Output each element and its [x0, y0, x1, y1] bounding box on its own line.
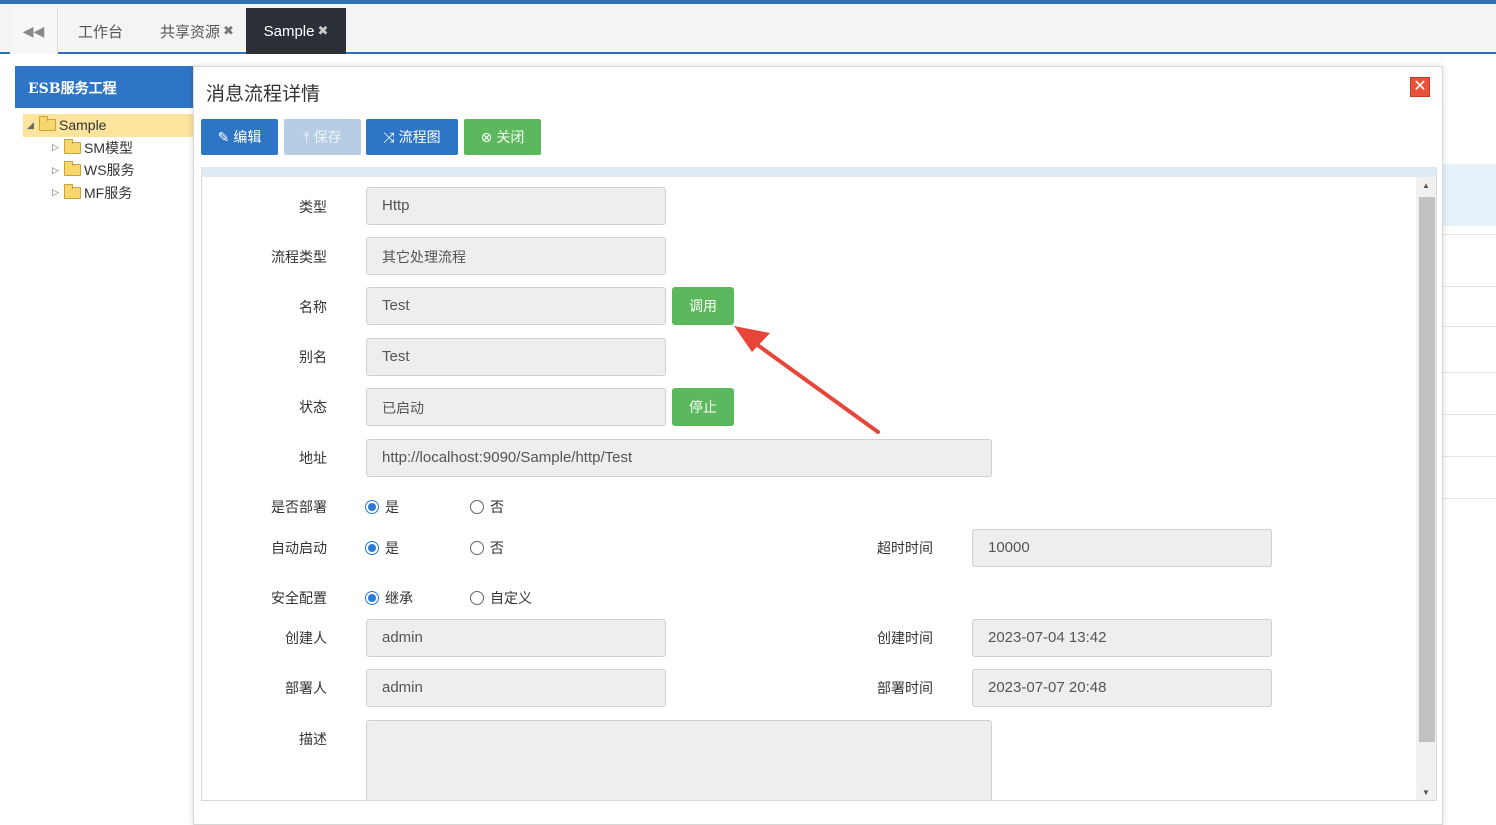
- name-field[interactable]: Test: [366, 287, 666, 325]
- address-label: 地址: [299, 450, 327, 466]
- tree-item-label: MF服务: [84, 184, 133, 201]
- type-label: 类型: [299, 199, 327, 215]
- project-tree: ◢ Sample ▷ SM模型 ▷ WS服务 ▷ MF服务: [15, 108, 194, 204]
- stop-button[interactable]: 停止: [672, 388, 734, 426]
- tab-shared-resources[interactable]: 共享资源 ✖: [150, 8, 244, 54]
- status-field[interactable]: 已启动: [366, 388, 666, 426]
- tree-item-mf-service[interactable]: ▷ MF服务: [15, 182, 194, 205]
- radio-unchecked-icon: [470, 500, 484, 514]
- close-icon[interactable]: ✖: [223, 23, 234, 39]
- alias-label: 别名: [299, 349, 327, 365]
- flow-detail-dialog: 消息流程详情 ✕ ✎ 编辑 ⤒ 保存 ⤨ 流程图 ⊗ 关闭 类型 Http 流程类型 其…: [193, 66, 1443, 825]
- dialog-title: 消息流程详情: [206, 84, 321, 105]
- flowchart-button[interactable]: ⤨ 流程图: [366, 119, 458, 155]
- radio-label: 否: [490, 540, 504, 556]
- close-button[interactable]: ⊗ 关闭: [464, 119, 541, 155]
- dialog-close-icon[interactable]: ✕: [1410, 77, 1430, 97]
- autostart-no-radio[interactable]: 否: [470, 538, 504, 558]
- created-time-field[interactable]: 2023-07-04 13:42: [972, 619, 1272, 657]
- collapsed-arrow-icon[interactable]: ▷: [52, 142, 62, 153]
- radio-label: 否: [490, 499, 504, 515]
- collapsed-arrow-icon[interactable]: ▷: [52, 165, 62, 176]
- collapsed-arrow-icon[interactable]: ▷: [52, 187, 62, 198]
- scroll-thumb[interactable]: [1419, 197, 1435, 742]
- scroll-down-icon[interactable]: ▼: [1416, 788, 1436, 797]
- save-button[interactable]: ⤒ 保存: [284, 119, 361, 155]
- radio-label: 是: [385, 499, 399, 515]
- deployed-yes-radio[interactable]: 是: [365, 497, 399, 517]
- folder-icon: [64, 183, 81, 199]
- radio-label: 是: [385, 540, 399, 556]
- button-label: 编辑: [233, 129, 262, 145]
- tab-bar: ◀◀ 工作台 共享资源 ✖ Sample ✖: [0, 4, 1496, 54]
- deployer-field[interactable]: admin: [366, 669, 666, 707]
- created-time-label: 创建时间: [877, 630, 933, 646]
- tree-item-label: Sample: [59, 117, 107, 134]
- autostart-label: 自动启动: [271, 540, 327, 556]
- tree-item-ws-service[interactable]: ▷ WS服务: [15, 159, 194, 182]
- creator-field[interactable]: admin: [366, 619, 666, 657]
- radio-checked-icon: [365, 541, 379, 555]
- creator-label: 创建人: [285, 630, 327, 646]
- left-panel: ESB服务工程 ◢ Sample ▷ SM模型 ▷ WS服务 ▷ MF服务: [15, 66, 195, 825]
- edit-icon: ✎: [217, 128, 230, 145]
- security-inherit-radio[interactable]: 继承: [365, 588, 413, 608]
- deployed-no-radio[interactable]: 否: [470, 497, 504, 517]
- autostart-yes-radio[interactable]: 是: [365, 538, 399, 558]
- description-label: 描述: [299, 731, 327, 747]
- button-label: 关闭: [496, 129, 525, 145]
- tree-item-sample[interactable]: ◢ Sample: [23, 114, 193, 137]
- radio-unchecked-icon: [470, 591, 484, 605]
- timeout-field[interactable]: 10000: [972, 529, 1272, 567]
- background-grid-fragment: [1443, 104, 1496, 504]
- radio-unchecked-icon: [470, 541, 484, 555]
- tab-workbench[interactable]: 工作台: [68, 8, 133, 54]
- invoke-button[interactable]: 调用: [672, 287, 734, 325]
- tree-item-label: SM模型: [84, 139, 133, 156]
- tab-label: 工作台: [78, 23, 124, 41]
- tree-item-sm-model[interactable]: ▷ SM模型: [15, 137, 194, 160]
- security-custom-radio[interactable]: 自定义: [470, 588, 532, 608]
- security-label: 安全配置: [271, 590, 327, 606]
- folder-icon: [64, 161, 81, 177]
- type-field[interactable]: Http: [366, 187, 666, 225]
- alias-field[interactable]: Test: [366, 338, 666, 376]
- tab-sample[interactable]: Sample ✖: [246, 8, 346, 54]
- radio-label: 自定义: [490, 590, 532, 606]
- edit-button[interactable]: ✎ 编辑: [201, 119, 278, 155]
- left-panel-title: ESB服务工程: [15, 66, 194, 108]
- form-scrollbar[interactable]: ▲ ▼: [1416, 177, 1436, 800]
- tab-label: Sample: [263, 22, 315, 40]
- status-label: 状态: [299, 399, 327, 415]
- upload-icon: ⤒: [303, 128, 310, 145]
- address-field[interactable]: http://localhost:9090/Sample/http/Test: [366, 439, 992, 477]
- radio-checked-icon: [365, 500, 379, 514]
- description-field[interactable]: [366, 720, 992, 800]
- deployed-label: 是否部署: [271, 499, 327, 515]
- folder-icon: [64, 138, 81, 154]
- tab-label: 共享资源: [160, 23, 221, 41]
- expanded-arrow-icon[interactable]: ◢: [27, 120, 37, 131]
- name-label: 名称: [299, 299, 327, 315]
- circle-x-icon: ⊗: [480, 128, 493, 145]
- button-label: 流程图: [398, 129, 441, 145]
- button-label: 保存: [313, 129, 342, 145]
- flow-type-label: 流程类型: [271, 249, 327, 265]
- deployed-time-field[interactable]: 2023-07-07 20:48: [972, 669, 1272, 707]
- flow-type-field[interactable]: 其它处理流程: [366, 237, 666, 275]
- radio-checked-icon: [365, 591, 379, 605]
- folder-open-icon: [39, 116, 56, 132]
- tree-item-label: WS服务: [84, 162, 135, 179]
- timeout-label: 超时时间: [877, 540, 933, 556]
- double-chevron-left-icon: ◀◀: [22, 22, 45, 39]
- deployer-label: 部署人: [285, 680, 327, 696]
- scroll-up-icon[interactable]: ▲: [1416, 181, 1436, 190]
- close-icon[interactable]: ✖: [317, 23, 328, 39]
- radio-label: 继承: [385, 590, 413, 606]
- tab-scroll-left-button[interactable]: ◀◀: [10, 8, 58, 54]
- deployed-time-label: 部署时间: [877, 680, 933, 696]
- shuffle-icon: ⤨: [383, 128, 395, 145]
- detail-form: 类型 Http 流程类型 其它处理流程 名称 Test 调用 别名 Test 状…: [201, 167, 1437, 801]
